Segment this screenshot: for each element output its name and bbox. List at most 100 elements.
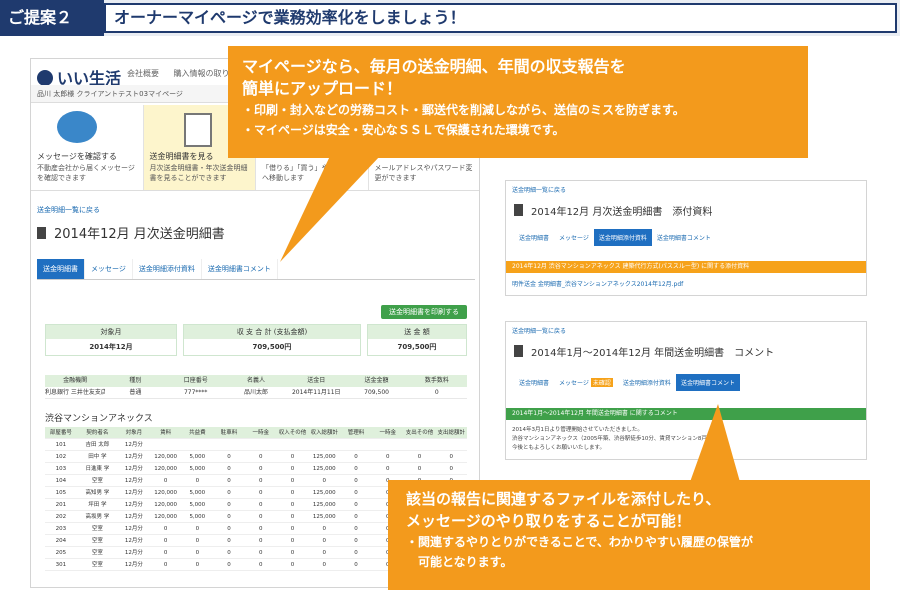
back-link[interactable]: 送金明細一覧に戻る	[37, 205, 100, 215]
back-link[interactable]: 送金明細一覧に戻る	[512, 185, 566, 194]
table-header-cell: 一時金	[379, 430, 396, 436]
nav-company[interactable]: 会社概要	[127, 69, 159, 78]
table-cell: 12月分	[124, 514, 143, 520]
bank-header-cell: 口座番号	[183, 377, 208, 384]
attachment-screenshot: 送金明細一覧に戻る 2014年12月 月次送金明細書 添付資料 送金明細書 メッ…	[505, 180, 867, 296]
table-cell: 0	[163, 526, 168, 532]
summary-value: 709,500円	[252, 343, 292, 351]
bank-header-cell: 送金日	[307, 377, 326, 384]
table-cell: 0	[354, 538, 358, 544]
summary-header: 対象月	[46, 325, 176, 339]
summary-total: 収 支 合 計 (支払金額) 709,500円	[183, 324, 361, 356]
summary-header: 送 金 額	[368, 325, 466, 339]
tab-statement[interactable]: 送金明細書	[514, 229, 554, 246]
tab-attachments[interactable]: 送金明細添付資料	[618, 374, 676, 391]
table-cell	[435, 439, 467, 450]
callout-bullet: ・印刷・封入などの労務コスト・郵送代を削減しながら、送信のミスを防ぎます。	[242, 103, 685, 117]
comment-title: 2014年1月～2014年12月 年間送金明細書 コメント	[514, 344, 774, 359]
table-cell	[245, 439, 277, 450]
tab-statement[interactable]: 送金明細書	[514, 374, 554, 391]
table-cell: 301	[55, 562, 67, 568]
table-header-cell: 支出その他	[405, 430, 434, 436]
tab-attachments[interactable]: 送金明細添付資料	[133, 259, 202, 279]
table-header-row: 部屋番号 契約者名 対象月 賃料 共益費 駐車料 一時金 収入その他 収入総額計 管理料 一時金 支出…	[45, 427, 467, 439]
bank-header-row: 金融機関 種別 口座番号 名義人 送金日 送金金額 数手数料	[45, 375, 467, 387]
back-link[interactable]: 送金明細一覧に戻る	[512, 326, 566, 335]
table-cell: 0	[385, 454, 390, 460]
table-cell: 0	[417, 454, 422, 460]
table-cell: 12月分	[124, 550, 143, 556]
summary-table: 対象月 2014年12月 収 支 合 計 (支払金額) 709,500円 送 金 額…	[45, 324, 467, 356]
print-button[interactable]: 送金明細書を印刷する	[381, 305, 467, 319]
callout-headline: 簡単にアップロード！	[242, 79, 403, 98]
tab-attachments[interactable]: 送金明細添付資料	[593, 229, 652, 246]
table-cell: 12月分	[124, 562, 143, 568]
table-cell: 0	[322, 478, 327, 484]
bank-row: 利息銀行 三井住友支店 普通 777**** 品川太郎 2014年11月11日 709,5…	[45, 387, 467, 399]
table-cell: 0	[195, 526, 200, 532]
table-cell	[308, 439, 340, 450]
table-cell: 102	[55, 454, 67, 460]
bank-header-cell: 名義人	[246, 377, 265, 384]
table-cell: 0	[227, 454, 231, 460]
table-cell: 高坂男 学	[85, 514, 110, 520]
table-cell: 0	[354, 526, 358, 532]
table-cell: 0	[227, 502, 231, 508]
table-cell: 吉田 太郎	[85, 442, 110, 448]
tab-comments[interactable]: 送金明細書コメント	[202, 259, 278, 279]
table-cell: 0	[259, 454, 263, 460]
tab-message[interactable]: メッセージ 未確認	[554, 374, 618, 391]
table-cell: 0	[163, 562, 168, 568]
table-cell: 0	[259, 490, 263, 496]
table-header-cell: 収入その他	[278, 430, 307, 436]
bank-header-cell: 金融機関	[63, 377, 88, 384]
table-cell: 0	[195, 550, 200, 556]
table-cell: 12月分	[124, 502, 143, 508]
table-cell: 0	[195, 538, 200, 544]
table-cell: 0	[259, 502, 263, 508]
table-cell	[213, 439, 245, 450]
table-cell	[150, 439, 182, 450]
table-cell: 101	[55, 442, 67, 448]
table-cell: 0	[322, 562, 327, 568]
tab-statement[interactable]: 送金明細書	[37, 259, 85, 279]
table-cell: 0	[290, 490, 295, 496]
table-cell: 0	[227, 562, 231, 568]
comment-line: 2014年3月1日より管理開始させていただきました。	[512, 427, 643, 433]
table-cell: 203	[55, 526, 67, 532]
callout-headline: メッセージのやり取りをすることが可能！	[406, 512, 691, 530]
pdf-link[interactable]: 明件送金 金明細書_渋谷マンションアネックス2014年12月.pdf	[512, 279, 683, 288]
slide-title: オーナーマイページで業務効率化をしましょう！	[104, 3, 897, 33]
bank-cell: 709,500	[364, 389, 389, 396]
table-cell: 0	[354, 502, 358, 508]
card-desc: 「借りる」「買う」やメッセージへ移動します	[262, 164, 364, 182]
table-cell: 空室	[91, 526, 103, 532]
table-header-cell: 支出総額計	[437, 430, 465, 436]
tab-comments[interactable]: 送金明細書コメント	[652, 229, 716, 246]
table-cell: 0	[290, 454, 295, 460]
tab-comments[interactable]: 送金明細書コメント	[675, 374, 740, 391]
statement-tabs: 送金明細書 メッセージ 送金明細添付資料 送金明細書コメント	[37, 259, 475, 280]
table-cell: 0	[354, 550, 358, 556]
bank-header-cell: 数手数料	[424, 377, 449, 384]
document-search-icon	[183, 113, 212, 147]
logo-icon	[37, 70, 53, 86]
tab-message[interactable]: メッセージ	[554, 229, 594, 246]
table-cell: 0	[163, 478, 168, 484]
table-cell: 0	[195, 478, 200, 484]
card-desc: 不動産会社から届くメッセージを確認できます	[37, 164, 135, 182]
table-cell: 12月分	[124, 442, 143, 448]
table-cell: 105	[55, 490, 67, 496]
table-cell: 125,000	[312, 502, 336, 508]
table-cell: 103	[55, 466, 67, 472]
table-cell: 0	[290, 478, 295, 484]
tab-message[interactable]: メッセージ	[85, 259, 133, 279]
card-messages[interactable]: メッセージを確認する 不動産会社から届くメッセージを確認できます	[31, 105, 144, 190]
table-cell	[372, 439, 404, 450]
card-desc: 月次送金明細書・年次送金明細書を見ることができます	[149, 164, 248, 182]
table-cell: 0	[227, 514, 231, 520]
card-title: メッセージを確認する	[37, 152, 117, 161]
bank-table: 金融機関 種別 口座番号 名義人 送金日 送金金額 数手数料 利息銀行 三井住友支店 普通 77…	[45, 375, 467, 399]
table-cell: 空室	[91, 478, 103, 484]
table-header-cell: 一時金	[252, 430, 270, 436]
